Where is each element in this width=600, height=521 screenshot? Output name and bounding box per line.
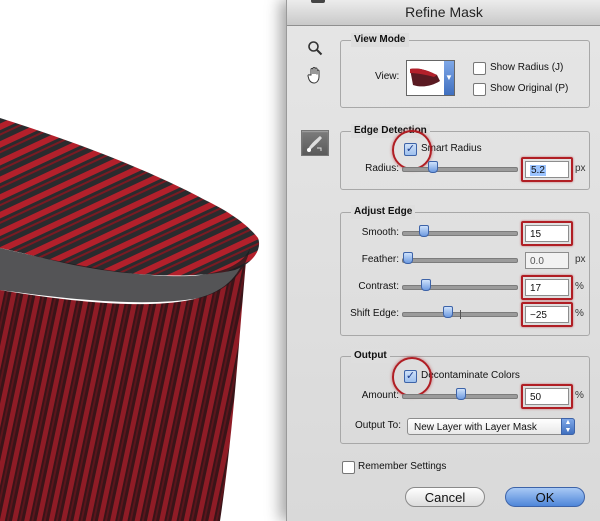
contrast-label: Contrast: xyxy=(358,281,399,292)
radius-field[interactable]: 5.2 xyxy=(525,161,569,178)
view-mode-title: View Mode xyxy=(351,33,409,47)
output-to-value: New Layer with Layer Mask xyxy=(414,422,537,433)
amount-field[interactable]: 50 xyxy=(525,388,569,405)
show-original-label: Show Original (P) xyxy=(490,83,569,94)
remember-settings-label: Remember Settings xyxy=(358,461,447,472)
shiftedge-value: −25 xyxy=(530,310,547,321)
edge-detection-title: Edge Detection xyxy=(351,124,430,138)
radius-unit: px xyxy=(575,163,586,174)
smart-radius-checkbox[interactable]: ✓ xyxy=(404,143,417,156)
radius-value: 5.2 xyxy=(530,165,546,176)
shiftedge-slider[interactable] xyxy=(402,306,518,319)
contrast-unit: % xyxy=(575,281,584,292)
contrast-field[interactable]: 17 xyxy=(525,279,569,296)
decontaminate-colors-checkbox[interactable]: ✓ xyxy=(404,370,417,383)
dialog-titlebar[interactable]: Refine Mask xyxy=(287,0,600,26)
show-radius-label: Show Radius (J) xyxy=(490,62,564,73)
adjust-edge-title: Adjust Edge xyxy=(351,205,416,219)
refine-mask-dialog: Refine Mask View Mode View: ▼ Show Radiu… xyxy=(286,0,600,521)
shiftedge-field[interactable]: −25 xyxy=(525,306,569,323)
view-mode-thumbnail[interactable] xyxy=(406,60,446,96)
zoom-icon[interactable] xyxy=(305,40,325,60)
show-original-checkbox[interactable] xyxy=(473,83,486,96)
feather-slider[interactable] xyxy=(402,252,518,264)
view-mode-dropdown-arrow-icon[interactable]: ▼ xyxy=(444,60,455,96)
feather-value: 0.0 xyxy=(530,256,544,267)
shift-edge-center-tick xyxy=(460,310,461,319)
feather-slider-thumb[interactable] xyxy=(403,252,413,264)
shiftedge-label: Shift Edge: xyxy=(350,308,399,319)
fabric-image xyxy=(0,118,260,521)
smooth-slider[interactable] xyxy=(402,225,518,237)
refine-radius-icon[interactable] xyxy=(301,130,329,156)
contrast-slider[interactable] xyxy=(402,279,518,291)
shiftedge-slider-thumb[interactable] xyxy=(442,306,453,318)
image-preview xyxy=(0,0,290,521)
smart-radius-label: Smart Radius xyxy=(421,143,482,154)
feather-label: Feather: xyxy=(361,254,399,265)
radius-slider-thumb[interactable] xyxy=(428,161,439,173)
titlebar-notch xyxy=(311,0,325,3)
remember-settings-checkbox[interactable] xyxy=(342,461,355,474)
amount-label: Amount: xyxy=(361,390,399,401)
dialog-title: Refine Mask xyxy=(405,4,483,20)
feather-unit: px xyxy=(575,254,586,265)
hand-icon[interactable] xyxy=(305,66,325,86)
amount-slider-thumb[interactable] xyxy=(456,388,466,400)
output-to-label: Output To: xyxy=(355,420,401,431)
cancel-button[interactable]: Cancel xyxy=(405,487,485,507)
show-radius-checkbox[interactable] xyxy=(473,62,486,75)
contrast-value: 17 xyxy=(530,283,542,294)
amount-unit: % xyxy=(575,390,584,401)
view-label: View: xyxy=(375,71,400,82)
shiftedge-unit: % xyxy=(575,308,584,319)
radius-label: Radius: xyxy=(365,163,399,174)
smooth-label: Smooth: xyxy=(361,227,399,238)
smooth-value: 15 xyxy=(530,229,542,240)
decontaminate-colors-label: Decontaminate Colors xyxy=(421,370,520,381)
smooth-field[interactable]: 15 xyxy=(525,225,569,242)
smooth-slider-thumb[interactable] xyxy=(418,225,429,237)
feather-field[interactable]: 0.0 xyxy=(525,252,569,269)
ok-button[interactable]: OK xyxy=(505,487,585,507)
select-stepper-icon: ▲ ▼ xyxy=(561,418,575,435)
output-title: Output xyxy=(351,349,390,363)
amount-value: 50 xyxy=(530,392,542,403)
radius-slider[interactable] xyxy=(402,161,518,173)
amount-slider[interactable] xyxy=(402,388,518,400)
contrast-slider-thumb[interactable] xyxy=(421,279,432,291)
output-to-select[interactable]: New Layer with Layer Mask ▲ ▼ xyxy=(407,418,575,435)
